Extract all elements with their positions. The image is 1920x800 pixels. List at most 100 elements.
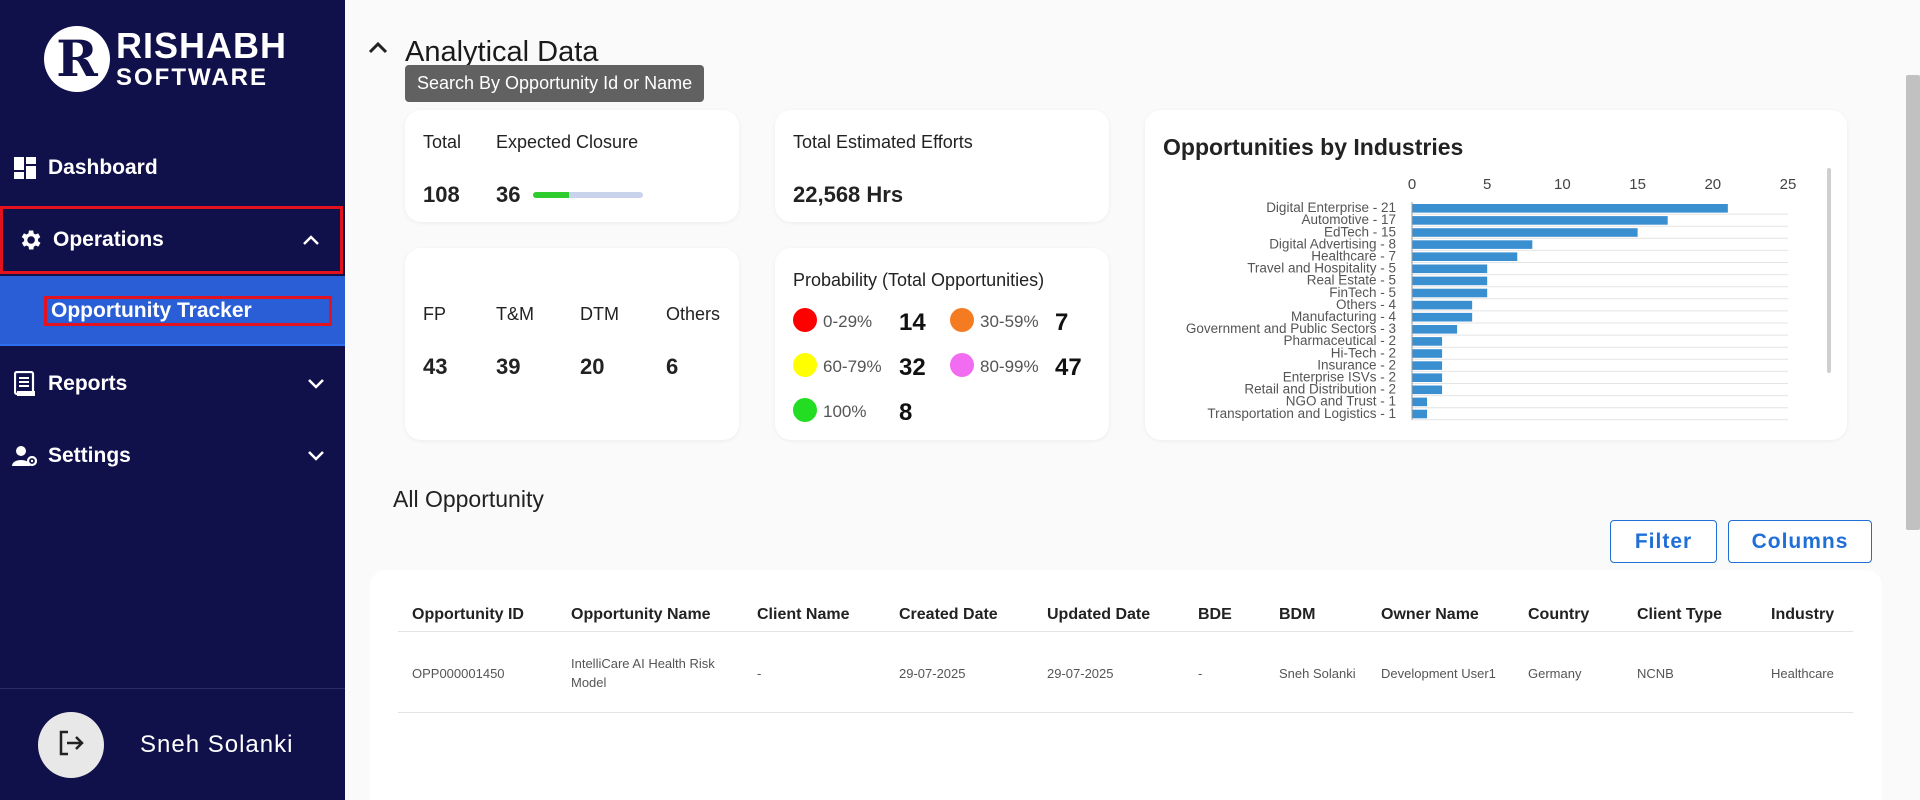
column-header[interactable]: Country [1528, 606, 1589, 624]
bar[interactable] [1412, 337, 1443, 346]
sidebar-item-operations[interactable]: Operations [0, 206, 343, 274]
sidebar-item-settings[interactable]: Settings [0, 422, 345, 490]
bar[interactable] [1412, 240, 1533, 249]
sidebar: R RISHABH SOFTWARE Dashboard Operations … [0, 0, 345, 800]
cell-client-type: NCNB [1637, 666, 1674, 681]
cell-country: Germany [1528, 666, 1582, 681]
logo-line-2: SOFTWARE [116, 64, 268, 91]
cell-opportunity-name: IntelliCare AI Health Risk Model [571, 656, 715, 690]
search-tooltip: Search By Opportunity Id or Name [405, 65, 705, 102]
probability-value: 14 [899, 309, 926, 336]
bar[interactable] [1412, 361, 1443, 370]
logout-icon [55, 727, 87, 764]
bar[interactable] [1412, 216, 1668, 225]
sidebar-item-label: Reports [48, 372, 128, 395]
gear-icon [17, 227, 43, 253]
cell-owner-name: Development User1 [1381, 666, 1496, 681]
row-divider [398, 712, 1853, 713]
probability-range: 100% [823, 402, 867, 421]
type-others-value: 6 [666, 354, 679, 379]
cell-updated-date: 29-07-2025 [1047, 666, 1114, 681]
logo-mark: R [44, 26, 110, 92]
cell-bdm: Sneh Solanki [1279, 666, 1356, 681]
sidebar-divider [0, 688, 345, 689]
expected-closure-label: Expected Closure [496, 132, 639, 152]
probability-range: 60-79% [823, 357, 882, 376]
opportunity-table: Opportunity ID Opportunity Name Client N… [370, 570, 1882, 800]
chart-scrollbar[interactable] [1827, 168, 1831, 373]
efforts-label: Total Estimated Efforts [793, 132, 973, 152]
probability-value: 47 [1055, 354, 1082, 381]
type-dtm-value: 20 [580, 354, 605, 379]
user-name: Sneh Solanki [140, 731, 294, 758]
chart-title: Opportunities by Industries [1163, 134, 1464, 160]
probability-dot-30-59 [950, 308, 974, 332]
dashboard-icon [12, 155, 38, 181]
total-label: Total [423, 132, 462, 152]
sidebar-item-label: Settings [48, 444, 131, 467]
expected-closure-value: 36 [496, 182, 521, 207]
bar[interactable] [1412, 252, 1518, 261]
bar[interactable] [1412, 409, 1428, 419]
bar[interactable] [1412, 373, 1443, 382]
category-label: Transportation and Logistics - 1 [1207, 406, 1396, 421]
report-icon [12, 371, 38, 397]
bar[interactable] [1412, 312, 1473, 322]
x-tick-label: 0 [1408, 176, 1416, 193]
column-header[interactable]: Client Name [757, 606, 849, 624]
column-header[interactable]: Opportunity Name [571, 606, 711, 624]
chevron-down-icon[interactable] [307, 372, 325, 396]
column-header[interactable]: Created Date [899, 606, 998, 624]
header-divider [398, 631, 1853, 632]
bar[interactable] [1412, 325, 1458, 334]
main-content: Analytical Data Search By Opportunity Id… [345, 0, 1920, 800]
bar[interactable] [1412, 264, 1488, 274]
chevron-up-icon[interactable] [302, 228, 320, 252]
column-header[interactable]: BDM [1279, 606, 1315, 624]
columns-button[interactable]: Columns [1728, 520, 1872, 563]
logout-button[interactable] [38, 712, 104, 778]
sidebar-item-label: Dashboard [48, 156, 158, 179]
bar[interactable] [1412, 385, 1443, 395]
sidebar-item-dashboard[interactable]: Dashboard [0, 134, 345, 202]
bar[interactable] [1412, 288, 1488, 298]
bar[interactable] [1412, 397, 1428, 407]
opportunity-tracker-link[interactable]: Opportunity Tracker [44, 296, 332, 326]
industries-bar-chart: 0 5 10 15 20 25Digital Enterprise - 21Automot… [1186, 176, 1796, 421]
type-others-label: Others [666, 304, 721, 324]
contract-types-card: FP 43 T&M 39 DTM 20 Others 6 [405, 248, 739, 440]
column-header[interactable]: BDE [1198, 606, 1232, 624]
collapse-chevron-icon[interactable] [367, 40, 389, 59]
type-fp-value: 43 [423, 354, 448, 379]
filter-button[interactable]: Filter [1610, 520, 1717, 563]
probability-dot-100 [793, 398, 817, 422]
bar[interactable] [1412, 300, 1473, 310]
column-header[interactable]: Industry [1771, 606, 1834, 624]
cell-industry: Healthcare [1771, 666, 1834, 681]
logo-line-1: RISHABH [116, 25, 288, 66]
column-header[interactable]: Opportunity ID [412, 606, 524, 624]
bar[interactable] [1412, 349, 1443, 358]
rishabh-logo[interactable]: R RISHABH SOFTWARE [44, 26, 287, 92]
total-value: 108 [423, 182, 460, 207]
sidebar-item-reports[interactable]: Reports [0, 350, 345, 418]
bar[interactable] [1412, 276, 1488, 286]
type-tm-label: T&M [496, 304, 534, 324]
page-scrollbar[interactable] [1906, 75, 1920, 530]
column-header[interactable]: Updated Date [1047, 606, 1150, 624]
bar[interactable] [1412, 204, 1728, 213]
x-tick-label: 10 [1554, 176, 1571, 193]
sidebar-item-label: Operations [53, 228, 164, 251]
probability-range: 30-59% [980, 312, 1039, 331]
x-tick-label: 5 [1483, 176, 1491, 193]
bar[interactable] [1412, 228, 1638, 237]
probability-value: 7 [1055, 309, 1069, 336]
type-tm-value: 39 [496, 354, 521, 379]
type-dtm-label: DTM [580, 304, 619, 324]
column-header[interactable]: Client Type [1637, 606, 1722, 624]
chevron-down-icon[interactable] [307, 444, 325, 468]
x-tick-label: 15 [1629, 176, 1646, 193]
sidebar-subitem-opportunity-tracker: Opportunity Tracker [0, 276, 345, 346]
column-header[interactable]: Owner Name [1381, 606, 1479, 624]
cell-created-date: 29-07-2025 [899, 666, 966, 681]
